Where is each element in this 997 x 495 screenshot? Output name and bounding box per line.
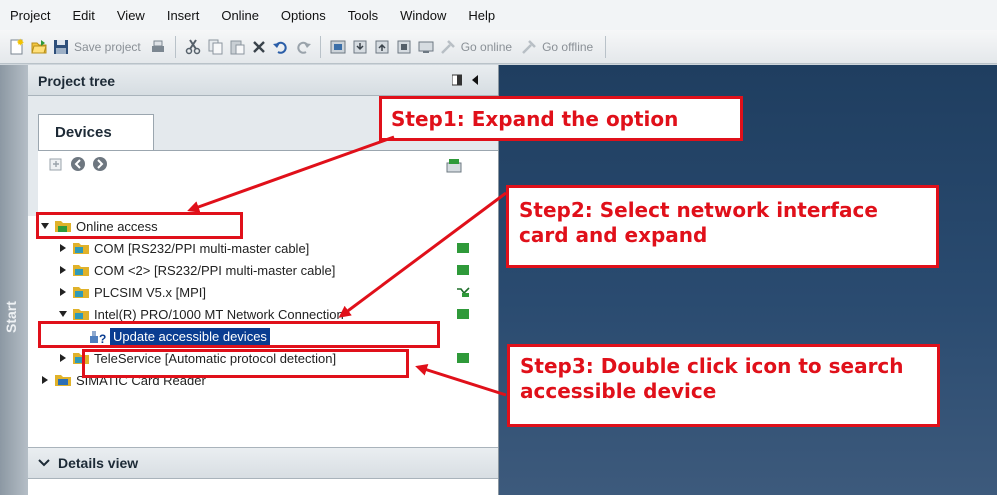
menu-edit[interactable]: Edit <box>61 8 105 23</box>
tree-item-label: COM <2> [RS232/PPI multi-master cable] <box>94 262 336 278</box>
cut-icon[interactable] <box>184 38 202 56</box>
delete-icon[interactable] <box>250 38 268 56</box>
tree-item-com-rs232[interactable]: COM [RS232/PPI multi-master cable] <box>58 237 309 259</box>
menu-help[interactable]: Help <box>457 8 506 23</box>
project-tree-title: Project tree <box>38 73 116 89</box>
download-icon[interactable] <box>351 38 369 56</box>
tree-item-label: PLCSIM V5.x [MPI] <box>94 284 206 300</box>
interface-icon <box>73 243 89 254</box>
menu-view[interactable]: View <box>106 8 156 23</box>
details-view-label: Details view <box>58 455 139 471</box>
menu-options[interactable]: Options <box>270 8 337 23</box>
paste-icon[interactable] <box>228 38 246 56</box>
callout-step2: Step2: Select network interface card and… <box>506 185 939 268</box>
portal-view-strip[interactable]: Start <box>0 65 28 495</box>
save-icon[interactable] <box>52 38 70 56</box>
interface-icon <box>73 265 89 276</box>
tree-item-com2-rs232[interactable]: COM <2> [RS232/PPI multi-master cable] <box>58 259 335 281</box>
print-icon[interactable] <box>149 38 167 56</box>
connected-status-icon <box>457 309 469 319</box>
expand-arrow-right-icon[interactable] <box>58 265 68 275</box>
go-offline-button[interactable]: Go offline <box>542 40 593 54</box>
tree-item-plcsim[interactable]: PLCSIM V5.x [MPI] <box>58 281 206 303</box>
connected-status-icon <box>457 353 469 363</box>
toolbar-separator <box>319 35 321 58</box>
highlight-online-access <box>36 212 243 239</box>
tree-nav-toolbar <box>48 156 108 172</box>
interface-icon <box>73 309 89 320</box>
project-tree-header: Project tree <box>28 65 498 96</box>
simulation-icon[interactable] <box>395 38 413 56</box>
card-reader-icon <box>55 375 71 386</box>
go-offline-icon[interactable] <box>520 38 538 56</box>
network-view-icon[interactable] <box>446 157 462 173</box>
callout-step1: Step1: Expand the option <box>379 96 743 141</box>
chevron-down-icon[interactable] <box>38 457 50 469</box>
save-project-button[interactable]: Save project <box>74 40 141 54</box>
new-project-icon[interactable] <box>8 38 26 56</box>
open-project-icon[interactable] <box>30 38 48 56</box>
connected-status-icon <box>457 243 469 253</box>
expand-arrow-right-icon[interactable] <box>40 375 50 385</box>
highlight-intel-network <box>38 321 440 348</box>
tab-devices[interactable]: Devices <box>38 114 154 150</box>
forward-icon[interactable] <box>92 156 108 172</box>
toolbar: Save project Go online Go offline <box>0 30 997 64</box>
toolbar-separator <box>605 35 607 58</box>
redo-icon[interactable] <box>294 38 312 56</box>
menu-bar: Project Edit View Insert Online Options … <box>0 0 997 30</box>
interface-icon <box>73 287 89 298</box>
compile-icon[interactable] <box>329 38 347 56</box>
add-device-icon[interactable] <box>48 156 64 172</box>
tree-item-label: Intel(R) PRO/1000 MT Network Connection <box>94 306 344 322</box>
start-label: Start <box>3 301 19 333</box>
menu-tools[interactable]: Tools <box>337 8 389 23</box>
back-icon[interactable] <box>70 156 86 172</box>
callout-step3: Step3: Double click icon to search acces… <box>507 344 940 427</box>
menu-online[interactable]: Online <box>210 8 270 23</box>
menu-window[interactable]: Window <box>389 8 457 23</box>
plcsim-status-icon <box>457 287 470 297</box>
expand-arrow-right-icon[interactable] <box>58 353 68 363</box>
collapse-panel-icon[interactable] <box>470 74 480 86</box>
menu-insert[interactable]: Insert <box>156 8 211 23</box>
expand-arrow-right-icon[interactable] <box>58 287 68 297</box>
monitor-icon[interactable] <box>417 38 435 56</box>
connected-status-icon <box>457 265 469 275</box>
upload-icon[interactable] <box>373 38 391 56</box>
expand-arrow-right-icon[interactable] <box>58 243 68 253</box>
go-online-button[interactable]: Go online <box>461 40 512 54</box>
expand-arrow-down-icon[interactable] <box>58 309 68 319</box>
menu-project[interactable]: Project <box>0 8 61 23</box>
toolbar-separator <box>174 35 176 58</box>
tree-item-label: COM [RS232/PPI multi-master cable] <box>94 240 310 256</box>
copy-icon[interactable] <box>206 38 224 56</box>
go-online-icon[interactable] <box>439 38 457 56</box>
panel-layout-icon[interactable] <box>452 74 462 86</box>
details-view-header[interactable]: Details view <box>28 447 498 479</box>
undo-icon[interactable] <box>272 38 290 56</box>
highlight-update-devices <box>82 349 409 378</box>
